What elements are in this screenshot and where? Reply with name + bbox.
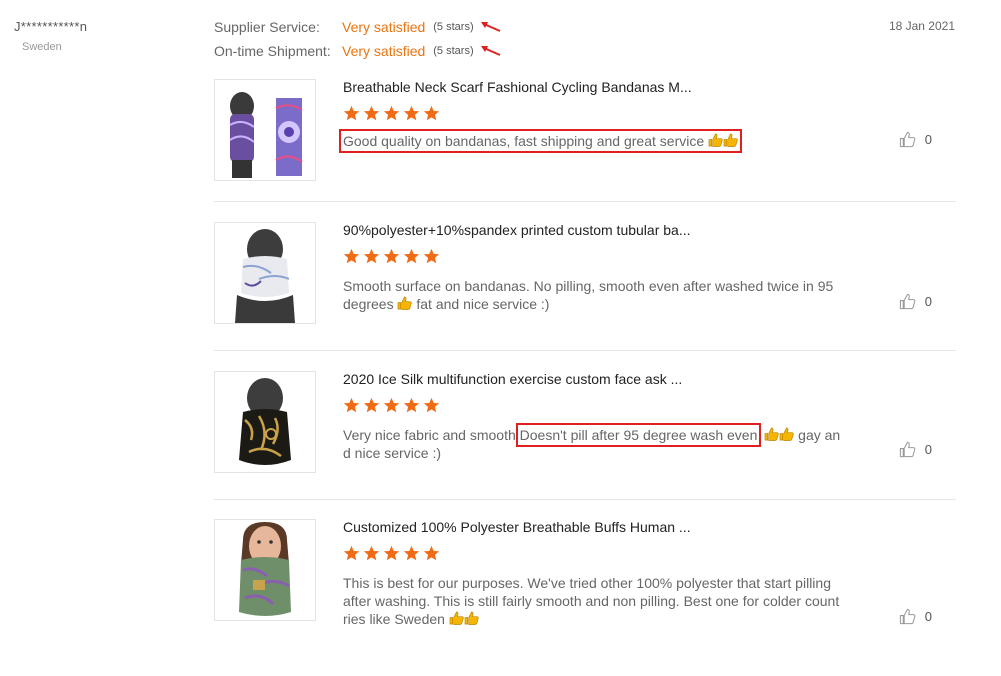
review-text: This is best for our purposes. We've tri…	[343, 574, 841, 628]
product-title[interactable]: 2020 Ice Silk multifunction exercise cus…	[343, 371, 682, 387]
divider	[214, 350, 956, 351]
product-title[interactable]: Customized 100% Polyester Breathable Buf…	[343, 519, 691, 535]
star-rating	[343, 105, 440, 122]
star-rating	[343, 248, 440, 265]
like-count: 0	[924, 609, 932, 624]
review-text-content: fat and nice service :)	[416, 296, 550, 312]
star-icon	[343, 397, 360, 413]
like-count: 0	[924, 132, 932, 147]
star-icon	[403, 545, 420, 561]
thumbs-up-emoji-icon	[764, 427, 779, 441]
thumbs-up-emoji-icon	[449, 611, 464, 625]
thumbs-up-icon	[899, 293, 916, 310]
star-icon	[363, 545, 380, 561]
product-review-item: Breathable Neck Scarf Fashional Cycling …	[214, 79, 956, 189]
product-review-item: 2020 Ice Silk multifunction exercise cus…	[214, 371, 956, 481]
star-icon	[403, 105, 420, 121]
review-text-content: Good quality on bandanas, fast shipping …	[343, 133, 705, 149]
star-icon	[423, 397, 440, 413]
star-icon	[343, 545, 360, 561]
reviewer-info: J***********n Sweden	[14, 19, 87, 53]
product-title[interactable]: 90%polyester+10%spandex printed custom t…	[343, 222, 691, 238]
thumbs-up-emoji-icon	[723, 133, 738, 147]
highlighted-review-text: Doesn't pill after 95 degree wash even	[515, 423, 762, 447]
star-icon	[363, 105, 380, 121]
divider	[214, 201, 956, 202]
thumbs-up-emoji-icon	[464, 611, 479, 625]
star-rating	[343, 545, 440, 562]
star-icon	[383, 397, 400, 413]
rating-label: On-time Shipment:	[214, 43, 331, 59]
product-review-item: 90%polyester+10%spandex printed custom t…	[214, 222, 956, 332]
supplier-service-rating: Supplier Service: Very satisfied (5 star…	[214, 19, 502, 35]
star-icon	[343, 105, 360, 121]
reviewer-country: Sweden	[22, 41, 62, 53]
star-icon	[423, 105, 440, 121]
review-text-content: Very nice fabric and smooth	[343, 427, 516, 443]
product-review-item: Customized 100% Polyester Breathable Buf…	[214, 519, 956, 629]
star-icon	[383, 248, 400, 264]
review-text-content: This is best for our purposes. We've tri…	[343, 575, 840, 627]
star-icon	[403, 248, 420, 264]
rating-stars-text: (5 stars)	[433, 45, 474, 57]
star-icon	[423, 545, 440, 561]
thumbs-up-emoji-icon	[779, 427, 794, 441]
like-button[interactable]: 0	[899, 131, 932, 148]
product-title[interactable]: Breathable Neck Scarf Fashional Cycling …	[343, 79, 692, 95]
red-arrow-annotation	[480, 46, 501, 56]
review-text: Smooth surface on bandanas. No pilling, …	[343, 277, 841, 313]
rating-label: Supplier Service:	[214, 19, 320, 35]
ontime-shipment-rating: On-time Shipment: Very satisfied (5 star…	[214, 43, 502, 59]
thumbs-up-icon	[899, 608, 916, 625]
product-thumbnail[interactable]	[214, 371, 316, 473]
star-icon	[363, 397, 380, 413]
rating-value: Very satisfied	[342, 19, 426, 35]
star-icon	[343, 248, 360, 264]
review-text: Good quality on bandanas, fast shipping …	[338, 129, 841, 153]
like-button[interactable]: 0	[899, 608, 932, 625]
product-thumbnail[interactable]	[214, 79, 316, 181]
star-icon	[383, 545, 400, 561]
thumbs-up-emoji-icon	[708, 133, 723, 147]
red-arrow-annotation	[480, 22, 501, 32]
star-rating	[343, 397, 440, 414]
reviewer-name: J***********n	[14, 19, 88, 34]
thumbs-up-icon	[899, 441, 916, 458]
rating-stars-text: (5 stars)	[433, 21, 474, 33]
review-date: 18 Jan 2021	[888, 19, 955, 33]
thumbs-up-icon	[899, 131, 916, 148]
review-text: Very nice fabric and smooth Doesn't pill…	[343, 423, 841, 462]
like-count: 0	[924, 442, 932, 457]
like-count: 0	[924, 294, 932, 309]
star-icon	[363, 248, 380, 264]
star-icon	[423, 248, 440, 264]
highlighted-review-text: Good quality on bandanas, fast shipping …	[338, 129, 743, 153]
thumbs-up-emoji-icon	[398, 296, 413, 310]
divider	[214, 499, 956, 500]
like-button[interactable]: 0	[899, 441, 932, 458]
star-icon	[383, 105, 400, 121]
product-thumbnail[interactable]	[214, 519, 316, 621]
like-button[interactable]: 0	[899, 293, 932, 310]
rating-value: Very satisfied	[342, 43, 426, 59]
product-thumbnail[interactable]	[214, 222, 316, 324]
star-icon	[403, 397, 420, 413]
